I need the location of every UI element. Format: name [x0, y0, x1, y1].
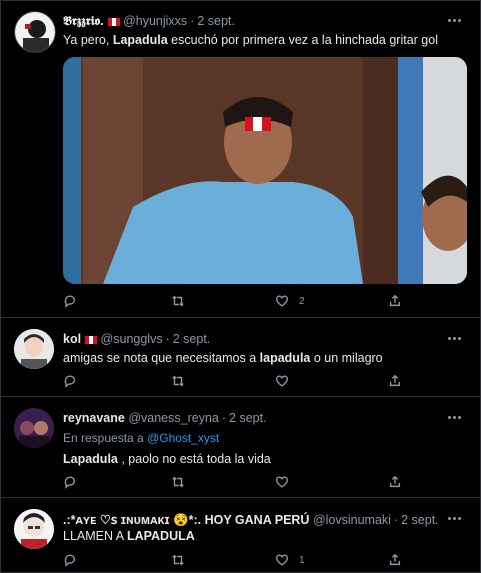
like-icon: [276, 554, 288, 566]
like-button[interactable]: [275, 475, 289, 489]
handle[interactable]: @vaness_reyna: [128, 411, 219, 425]
timestamp[interactable]: 2 sept.: [229, 411, 267, 425]
tweet-text: amigas se nota que necesitamos a lapadul…: [63, 351, 383, 365]
retweet-icon: [172, 554, 184, 566]
tweet-keyword: Lapadula: [63, 452, 118, 466]
reply-to-link[interactable]: @Ghost_xyst: [147, 431, 219, 445]
avatar[interactable]: [14, 509, 54, 549]
reply-icon: [64, 476, 76, 489]
media-image: [63, 57, 467, 284]
tweet-actions: [63, 374, 410, 390]
display-name[interactable]: 𝕭𝖗𝖟𝖟𝖗𝖎𝖔.: [63, 14, 104, 28]
like-count: 1: [299, 554, 305, 566]
like-icon: [276, 295, 288, 307]
reply-icon: [64, 375, 76, 388]
retweet-button[interactable]: [171, 475, 185, 489]
avatar[interactable]: [14, 408, 54, 448]
avatar[interactable]: [14, 11, 56, 53]
tweet-header: kol @sungglvs · 2 sept.: [63, 332, 450, 346]
share-button[interactable]: [388, 294, 402, 308]
peru-flag: [107, 17, 120, 26]
tweet-actions: [63, 475, 410, 491]
reply-button[interactable]: [63, 475, 77, 489]
retweet-icon: [172, 476, 184, 488]
timestamp[interactable]: 2 sept.: [173, 332, 211, 346]
tweet-keyword: Lapadula: [112, 33, 168, 47]
tweet-keyword: LAPADULA: [126, 529, 195, 543]
like-icon: [276, 375, 288, 387]
reply-icon: [64, 554, 76, 567]
share-button[interactable]: [388, 553, 402, 567]
share-button[interactable]: [388, 475, 402, 489]
tweet-header: 𝕭𝖗𝖟𝖟𝖗𝖎𝖔. @hyunjixxs · 2 sept.: [63, 14, 450, 29]
tweet-2[interactable]: kol @sungglvs · 2 sept. amigas se nota que…: [1, 318, 480, 397]
more-icon[interactable]: [448, 337, 462, 341]
tweet-header: reynavane @vaness_reyna · 2 sept.: [63, 411, 450, 425]
tweet-1[interactable]: 𝕭𝖗𝖟𝖟𝖗𝖎𝖔. @hyunjixxs · 2 sept. Ya pero, Lap…: [1, 0, 480, 318]
separator: ·: [221, 411, 227, 425]
display-name[interactable]: reynavane: [63, 411, 125, 425]
reply-icon: [64, 295, 76, 308]
tweet-text: Lapadula , paolo no está toda la vida: [63, 452, 271, 466]
like-button[interactable]: 1: [275, 553, 305, 567]
share-icon: [389, 553, 401, 566]
tweet-text: LLAMEN A LAPADULA: [63, 529, 195, 543]
timestamp[interactable]: 2 sept.: [401, 513, 439, 527]
like-icon: [276, 476, 288, 488]
retweet-icon: [172, 375, 184, 387]
separator: ·: [393, 513, 399, 527]
share-button[interactable]: [388, 374, 402, 388]
retweet-button[interactable]: [171, 374, 185, 388]
tweet-actions: 1: [63, 553, 410, 569]
tweet-actions: 2: [63, 294, 410, 310]
tweet-keyword: lapadula: [259, 351, 311, 365]
display-name[interactable]: kol: [63, 332, 81, 346]
separator: ·: [165, 332, 170, 346]
share-icon: [389, 374, 401, 387]
reply-button[interactable]: [63, 294, 77, 308]
tweet-header: .:*ᴀʏᴇ ♡ꜱ ɪɴᴜᴍᴀᴋɪ 😵*:. HOY GANA PERÚ @lo…: [63, 512, 450, 528]
tweet-3[interactable]: reynavane @vaness_reyna · 2 sept. En respu…: [1, 397, 480, 498]
avatar[interactable]: [14, 329, 54, 369]
handle[interactable]: @lovsinumaki: [313, 513, 391, 527]
timestamp[interactable]: 2 sept.: [197, 14, 235, 28]
retweet-button[interactable]: [171, 553, 185, 567]
share-icon: [389, 475, 401, 488]
tweet-text: Ya pero, Lapadula escuchó por primera ve…: [63, 33, 438, 47]
share-icon: [389, 294, 401, 307]
more-icon[interactable]: [448, 19, 462, 23]
retweet-icon: [172, 295, 184, 307]
more-icon[interactable]: [448, 416, 462, 420]
peru-flag: [85, 335, 98, 344]
like-count: 2: [299, 295, 305, 307]
display-name[interactable]: .:*ᴀʏᴇ ♡ꜱ ɪɴᴜᴍᴀᴋɪ 😵*:. HOY GANA PERÚ: [63, 513, 309, 527]
handle[interactable]: @hyunjixxs: [123, 14, 187, 28]
separator: ·: [190, 14, 195, 28]
reply-context: En respuesta a @Ghost_xyst: [63, 431, 220, 445]
retweet-button[interactable]: [171, 294, 185, 308]
tweet-4[interactable]: .:*ᴀʏᴇ ♡ꜱ ɪɴᴜᴍᴀᴋɪ 😵*:. HOY GANA PERÚ @lo…: [1, 498, 480, 571]
like-button[interactable]: [275, 374, 289, 388]
more-icon[interactable]: [448, 517, 462, 521]
handle[interactable]: @sungglvs: [101, 332, 163, 346]
reply-button[interactable]: [63, 553, 77, 567]
reply-button[interactable]: [63, 374, 77, 388]
tweet-media[interactable]: [63, 57, 467, 284]
like-button[interactable]: 2: [275, 294, 305, 308]
